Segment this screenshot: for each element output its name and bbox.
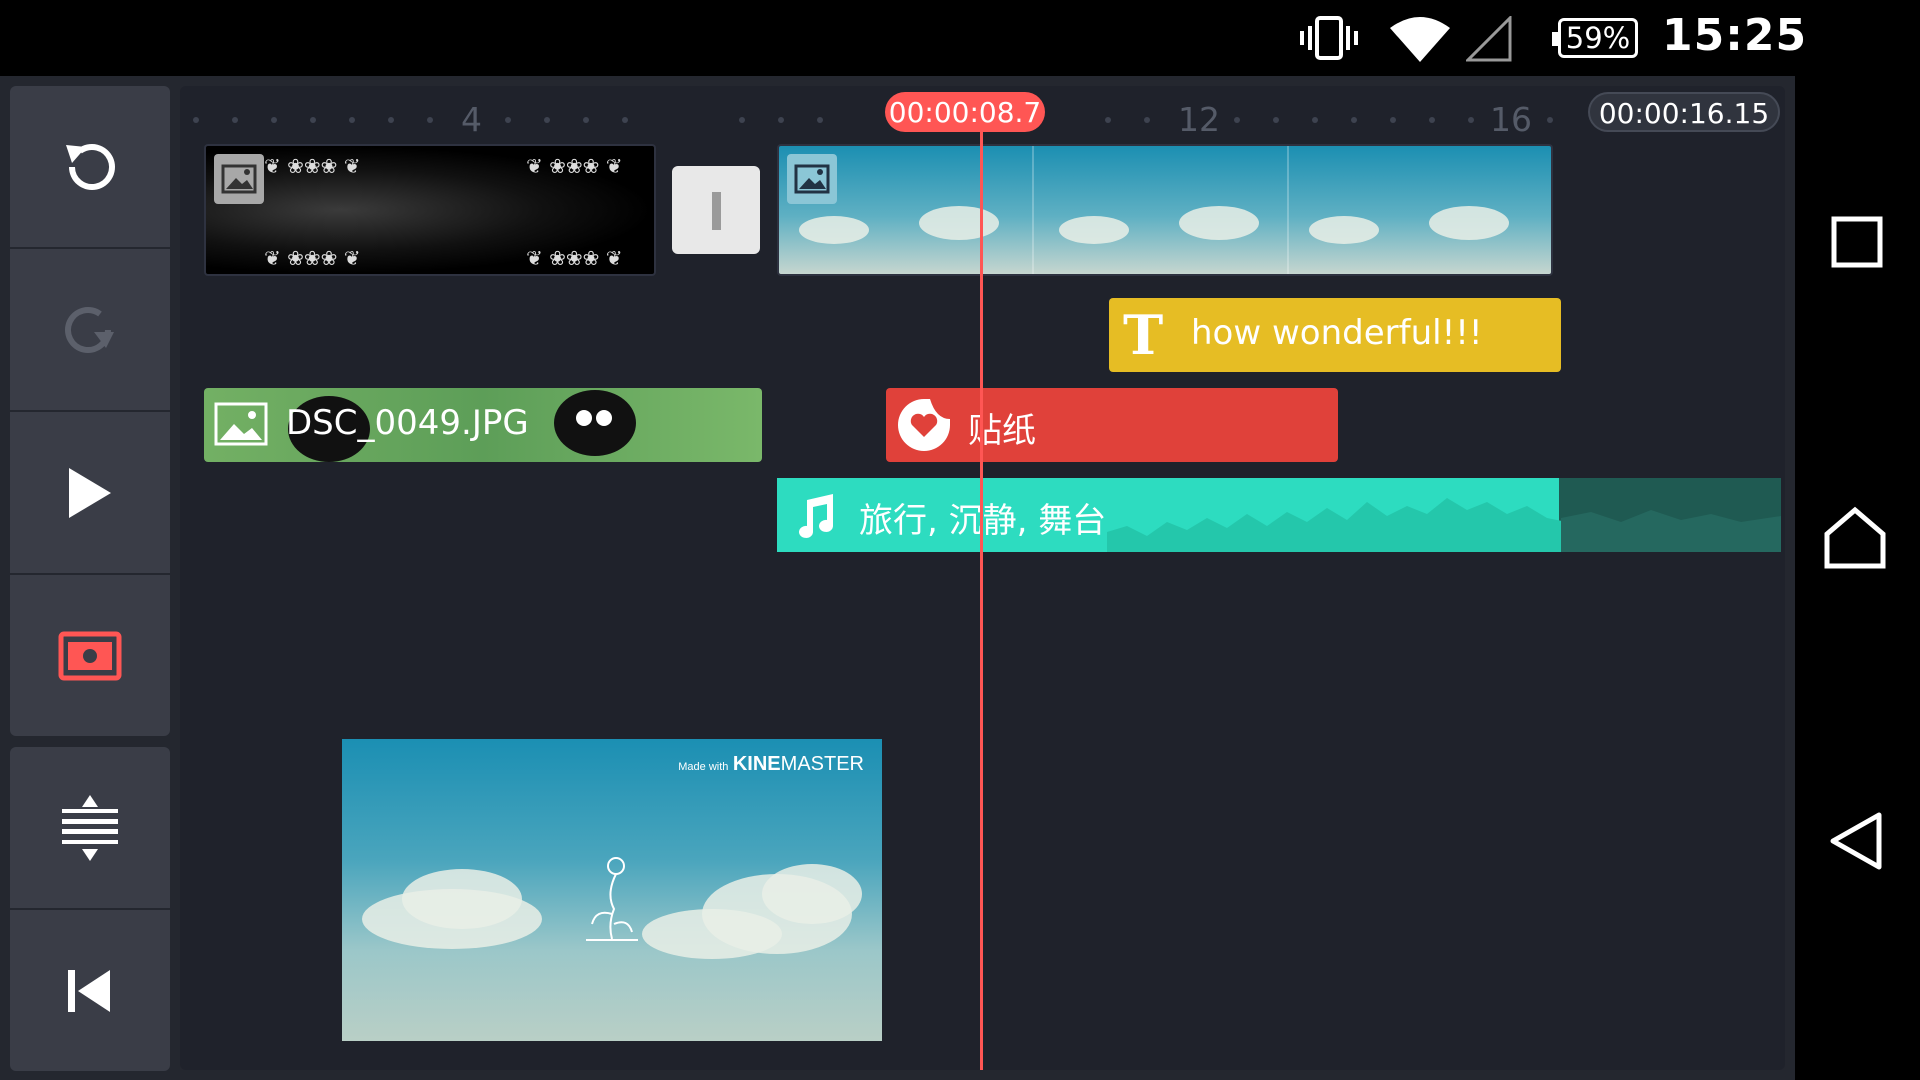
play-icon — [69, 467, 111, 518]
play-button[interactable] — [10, 412, 170, 573]
text-layer-icon: T — [1123, 303, 1164, 367]
transition-icon — [712, 192, 721, 230]
transition-button[interactable] — [672, 166, 760, 254]
editor-area: 4 12 16 ❦ ❀❀❀ ❦ ❦ ❀❀❀ ❦ ❦ ❀❀❀ ❦ ❦ ❀❀❀ ❦ — [0, 76, 1795, 1080]
text-clip-label: how wonderful!!! — [1191, 313, 1483, 353]
signal-icon — [1466, 16, 1512, 62]
back-button[interactable] — [1827, 811, 1883, 871]
capture-icon — [58, 631, 122, 680]
audio-waveform — [1107, 498, 1567, 552]
text-clip[interactable]: T how wonderful!!! — [1109, 298, 1561, 372]
recent-apps-button[interactable] — [1831, 216, 1883, 268]
undo-icon — [66, 143, 115, 190]
watermark-brand2: MASTER — [780, 753, 864, 775]
image-icon — [214, 154, 264, 204]
status-bar: 59% 15:25 — [0, 0, 1920, 76]
audio-clip[interactable]: 旅行, 沉静, 舞台 — [777, 478, 1781, 552]
image-icon — [214, 402, 268, 446]
redo-icon — [65, 306, 114, 353]
sticker-clip-label: 贴纸 — [968, 411, 1036, 451]
undo-button[interactable] — [10, 86, 170, 247]
wifi-icon — [1390, 17, 1450, 62]
sticker-icon — [898, 399, 950, 451]
frame-clip[interactable]: ❦ ❀❀❀ ❦ ❦ ❀❀❀ ❦ ❦ ❀❀❀ ❦ ❦ ❀❀❀ ❦ — [204, 144, 656, 276]
timeline[interactable]: 4 12 16 ❦ ❀❀❀ ❦ ❦ ❀❀❀ ❦ ❦ ❀❀❀ ❦ ❦ ❀❀❀ ❦ — [180, 86, 1785, 1070]
music-note-icon — [799, 494, 833, 538]
watermark-brand: KINE — [732, 753, 781, 775]
image-clip[interactable]: DSC_0049.JPG — [204, 388, 762, 462]
playhead-line[interactable] — [980, 126, 983, 1070]
skip-to-start-icon — [68, 969, 110, 1012]
ruler-label: 4 — [461, 100, 482, 139]
sticker-clip[interactable]: 贴纸 — [886, 388, 1338, 462]
vibrate-icon — [1300, 16, 1358, 60]
image-icon — [787, 154, 837, 204]
ornament-icon: ❦ ❀❀❀ ❦ — [526, 154, 623, 178]
video-preview[interactable]: Made with KINEMASTER — [342, 739, 882, 1041]
sky-video-clip[interactable] — [777, 144, 1553, 276]
flower-sticker-icon — [586, 857, 638, 941]
redo-button[interactable] — [10, 249, 170, 410]
clock: 15:25 — [1662, 10, 1808, 61]
project-duration: 00:00:16.15 — [1588, 92, 1780, 132]
playhead-time[interactable]: 00:00:08.7 — [885, 92, 1045, 132]
watermark-prefix: Made with — [678, 761, 729, 773]
jump-to-start-button[interactable] — [10, 910, 170, 1071]
navigation-bar — [1795, 76, 1920, 1080]
ornament-icon: ❦ ❀❀❀ ❦ — [264, 154, 361, 178]
image-clip-label: DSC_0049.JPG — [286, 403, 529, 443]
zoom-fit-button[interactable] — [10, 747, 170, 908]
tool-sidebar — [10, 86, 170, 1071]
ornament-icon: ❦ ❀❀❀ ❦ — [526, 246, 623, 270]
home-button[interactable] — [1823, 506, 1887, 570]
ruler-label: 16 — [1490, 100, 1532, 139]
battery-indicator: 59% — [1552, 18, 1638, 58]
ruler-label: 12 — [1178, 100, 1220, 139]
capture-button[interactable] — [10, 575, 170, 736]
watermark: Made with KINEMASTER — [678, 753, 864, 776]
ornament-icon: ❦ ❀❀❀ ❦ — [264, 246, 361, 270]
fit-timeline-icon — [62, 794, 118, 861]
